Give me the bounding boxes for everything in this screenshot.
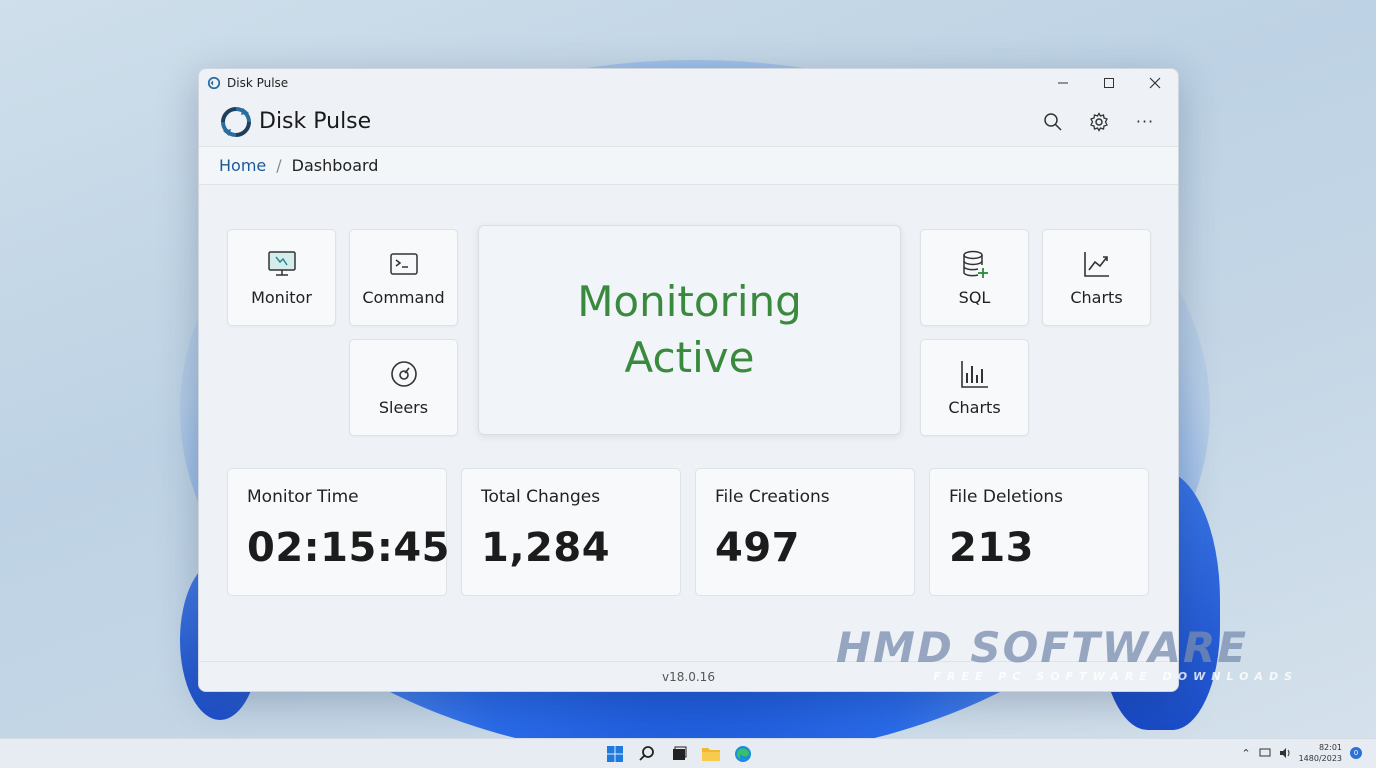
monitor-icon: [267, 251, 296, 276]
windows-start-icon: [607, 746, 623, 762]
more-options-button[interactable]: ···: [1122, 102, 1168, 142]
chevron-up-icon[interactable]: ⌃: [1241, 747, 1250, 760]
sleers-tile[interactable]: Sleers: [349, 339, 458, 436]
task-view-icon: [673, 746, 687, 760]
stat-label: Total Changes: [481, 487, 601, 507]
stat-label: File Creations: [715, 487, 830, 507]
monitor-tile-label: Monitor: [251, 288, 312, 307]
stat-value: 1,284: [481, 525, 611, 571]
watermark-logo: HMD SOFTWARE FREE PC SOFTWARE DOWNLOADS: [836, 626, 1298, 690]
maximize-icon: [1104, 78, 1114, 88]
app-name: Disk Pulse: [259, 109, 372, 134]
charts-bar-tile[interactable]: Charts: [920, 339, 1029, 436]
minimize-icon: [1058, 82, 1068, 84]
volume-icon[interactable]: [1279, 748, 1291, 758]
monitor-tile[interactable]: Monitor: [227, 229, 336, 326]
stat-label: Monitor Time: [247, 487, 359, 507]
taskbar: ⌃ 82:01 1480/2023 0: [0, 738, 1376, 768]
edge-icon: [735, 746, 751, 762]
database-add-icon: [962, 250, 988, 278]
app-icon: [207, 76, 221, 90]
windows-start-button[interactable]: [604, 743, 626, 765]
file-explorer-icon: [702, 748, 720, 761]
terminal-icon: [389, 253, 418, 275]
file-creations-card: File Creations 497: [695, 468, 915, 596]
total-changes-card: Total Changes 1,284: [461, 468, 681, 596]
file-deletions-card: File Deletions 213: [929, 468, 1149, 596]
stat-value: 497: [715, 525, 800, 571]
sleers-tile-label: Sleers: [378, 398, 429, 417]
title-bar[interactable]: Disk Pulse: [199, 69, 1178, 97]
gear-icon: [1090, 111, 1108, 132]
dashboard-content: Monitor Command Sleers Monitoring Active: [199, 185, 1178, 663]
network-icon[interactable]: [1259, 748, 1271, 758]
search-icon: [639, 746, 654, 761]
more-icon: ···: [1135, 112, 1155, 131]
app-window: Disk Pulse Disk Pulse ··· Home / Dashboa…: [198, 68, 1179, 692]
stat-value: 213: [949, 525, 1034, 571]
command-tile-label: Command: [362, 288, 445, 307]
edge-button[interactable]: [732, 743, 754, 765]
sql-tile[interactable]: SQL: [920, 229, 1029, 326]
maximize-button[interactable]: [1086, 69, 1132, 97]
system-tray: ⌃ 82:01 1480/2023 0: [1241, 742, 1362, 764]
search-button[interactable]: [1030, 102, 1076, 142]
monitoring-status-card: Monitoring Active: [478, 225, 901, 435]
charts-line-tile-label: Charts: [1070, 288, 1123, 307]
watermark-main-text: HMD SOFTWARE: [836, 623, 1249, 672]
taskbar-apps: [604, 743, 754, 765]
app-logo-icon: [221, 106, 251, 137]
minimize-button[interactable]: [1040, 69, 1086, 97]
clock-date: 1480/2023: [1298, 754, 1342, 763]
monitoring-status-text: Monitoring Active: [577, 277, 802, 382]
breadcrumb-home-link[interactable]: Home: [219, 156, 266, 175]
search-icon: [1044, 112, 1062, 131]
command-tile[interactable]: Command: [349, 229, 458, 326]
file-explorer-button[interactable]: [700, 743, 722, 765]
charts-line-tile[interactable]: Charts: [1042, 229, 1151, 326]
line-chart-icon: [1083, 252, 1109, 277]
breadcrumb: Home / Dashboard: [199, 147, 1178, 185]
stat-value: 02:15:45: [247, 525, 450, 571]
version-label: v18.0.16: [662, 669, 715, 684]
taskbar-clock[interactable]: 82:01 1480/2023: [1299, 742, 1342, 764]
breadcrumb-separator: /: [276, 156, 282, 175]
settings-button[interactable]: [1076, 102, 1122, 142]
charts-bar-tile-label: Charts: [948, 398, 1001, 417]
clock-time: 82:01: [1318, 743, 1342, 752]
bar-chart-icon: [960, 361, 988, 388]
monitor-time-card: Monitor Time 02:15:45: [227, 468, 450, 596]
notification-badge[interactable]: 0: [1350, 747, 1362, 759]
close-icon: [1149, 77, 1161, 89]
window-title: Disk Pulse: [227, 76, 289, 90]
close-button[interactable]: [1132, 69, 1178, 97]
app-header: Disk Pulse ···: [199, 97, 1178, 147]
taskbar-search-button[interactable]: [636, 743, 658, 765]
task-view-button[interactable]: [668, 743, 690, 765]
breadcrumb-current: Dashboard: [291, 156, 379, 175]
gauge-icon: [390, 361, 417, 387]
stat-label: File Deletions: [949, 487, 1064, 507]
sql-tile-label: SQL: [958, 288, 991, 307]
